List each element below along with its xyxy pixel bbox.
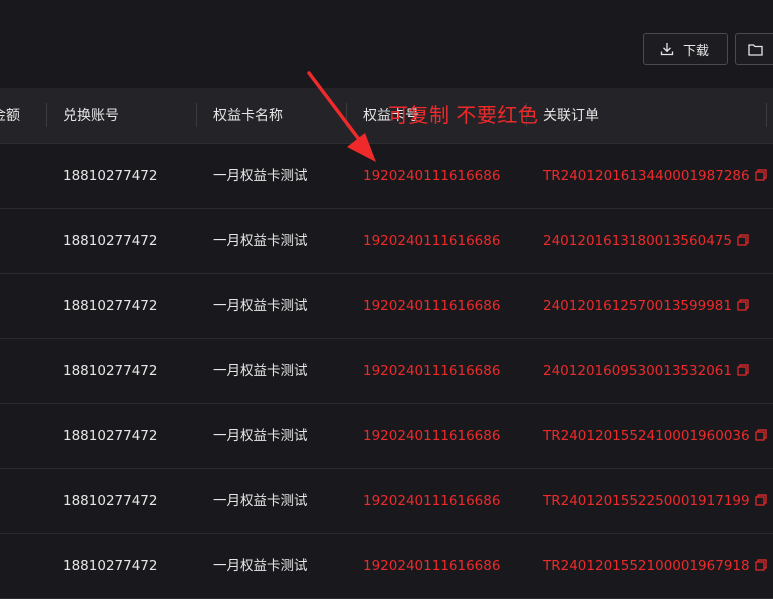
annotation-arrow — [307, 71, 376, 162]
annotation-text: 可复制 不要红色 — [388, 103, 539, 127]
